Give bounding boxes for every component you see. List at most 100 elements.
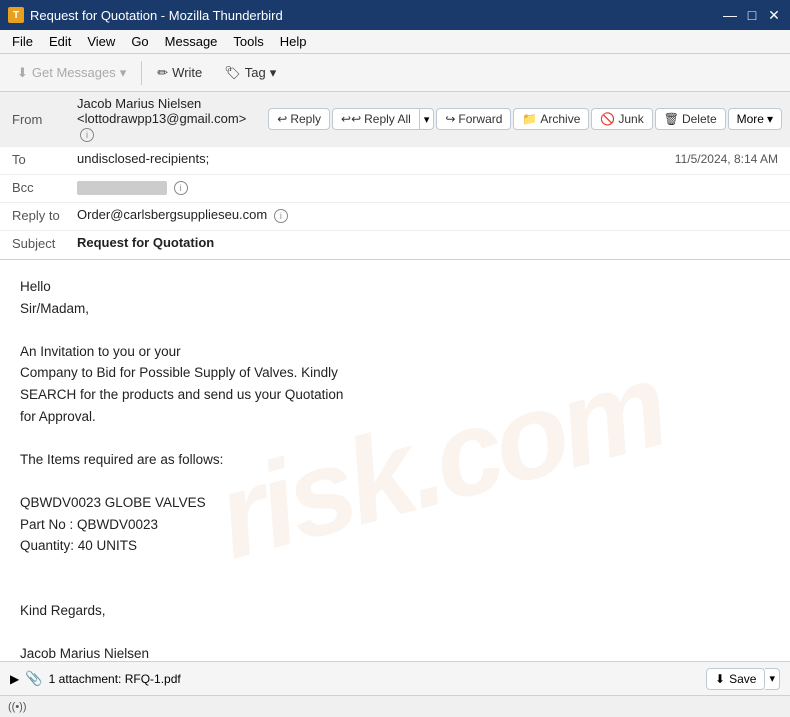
save-dropdown[interactable]: ▾ bbox=[765, 668, 780, 690]
status-bar: ((•)) bbox=[0, 695, 790, 717]
subject-value: Request for Quotation bbox=[77, 235, 778, 250]
get-messages-icon: ⬇ bbox=[17, 65, 28, 81]
maximize-button[interactable]: □ bbox=[744, 7, 760, 23]
email-date: 11/5/2024, 8:14 AM bbox=[675, 152, 778, 166]
write-icon: ✏ bbox=[157, 65, 168, 81]
window-title: Request for Quotation - Mozilla Thunderb… bbox=[30, 8, 283, 23]
to-label: To bbox=[12, 151, 77, 167]
email-headers: To undisclosed-recipients; 11/5/2024, 8:… bbox=[0, 147, 790, 260]
junk-icon: 🚫 bbox=[600, 112, 615, 126]
more-button[interactable]: More ▾ bbox=[728, 108, 782, 130]
archive-button[interactable]: 📁 Archive bbox=[513, 108, 589, 130]
delete-label: Delete bbox=[682, 112, 717, 126]
reply-all-icon: ↩↩ bbox=[341, 112, 361, 126]
replyto-value: Order@carlsbergsupplieseu.com i bbox=[77, 207, 778, 223]
menu-help[interactable]: Help bbox=[272, 32, 315, 51]
body-line-0: Hello bbox=[20, 276, 770, 298]
bcc-info-icon[interactable]: i bbox=[174, 181, 188, 195]
body-line-6: for Approval. bbox=[20, 406, 770, 428]
to-row: To undisclosed-recipients; 11/5/2024, 8:… bbox=[0, 147, 790, 175]
body-item-name: QBWDV0023 GLOBE VALVES bbox=[20, 492, 770, 514]
close-button[interactable]: ✕ bbox=[766, 7, 782, 23]
from-email: Jacob Marius Nielsen <lottodrawpp13@gmai… bbox=[77, 96, 246, 126]
write-button[interactable]: ✏ Write bbox=[148, 60, 211, 86]
bcc-row: Bcc i bbox=[0, 175, 790, 203]
get-messages-button[interactable]: ⬇ Get Messages ▾ bbox=[8, 60, 135, 86]
forward-label: Forward bbox=[458, 112, 502, 126]
attachment-bar: ▶ 📎 1 attachment: RFQ-1.pdf ⬇ Save ▾ bbox=[0, 661, 790, 695]
from-action-row: From Jacob Marius Nielsen <lottodrawpp13… bbox=[0, 92, 790, 147]
menu-message[interactable]: Message bbox=[157, 32, 226, 51]
body-name: Jacob Marius Nielsen bbox=[20, 643, 770, 661]
bcc-redacted bbox=[77, 181, 167, 195]
more-dropdown-icon: ▾ bbox=[767, 112, 773, 126]
tag-icon: 🏷 bbox=[224, 65, 241, 81]
delete-icon: 🗑 bbox=[664, 112, 679, 126]
minimize-button[interactable]: — bbox=[722, 7, 738, 23]
reply-all-group: ↩↩ Reply All ▾ bbox=[332, 108, 434, 130]
from-value: Jacob Marius Nielsen <lottodrawpp13@gmai… bbox=[77, 96, 248, 142]
expand-icon[interactable]: ▶ bbox=[10, 672, 19, 686]
get-messages-dropdown-icon: ▾ bbox=[120, 65, 127, 81]
email-body: risk.com Hello Sir/Madam, An Invitation … bbox=[0, 260, 790, 661]
body-quantity: Quantity: 40 UNITS bbox=[20, 535, 770, 557]
save-label: Save bbox=[729, 672, 756, 686]
junk-label: Junk bbox=[618, 112, 643, 126]
attachment-label: 1 attachment: RFQ-1.pdf bbox=[49, 672, 181, 686]
menu-edit[interactable]: Edit bbox=[41, 32, 79, 51]
bcc-value: i bbox=[77, 179, 778, 195]
replyto-email: Order@carlsbergsupplieseu.com bbox=[77, 207, 267, 222]
email-body-text: Hello Sir/Madam, An Invitation to you or… bbox=[20, 276, 770, 661]
menu-bar: File Edit View Go Message Tools Help bbox=[0, 30, 790, 54]
forward-button[interactable]: ↪ Forward bbox=[436, 108, 511, 130]
status-icon: ((•)) bbox=[8, 701, 27, 713]
toolbar: ⬇ Get Messages ▾ ✏ Write 🏷 Tag ▾ bbox=[0, 54, 790, 92]
delete-button[interactable]: 🗑 Delete bbox=[655, 108, 726, 130]
from-section: From Jacob Marius Nielsen <lottodrawpp13… bbox=[0, 92, 260, 146]
menu-tools[interactable]: Tools bbox=[225, 32, 271, 51]
bcc-label: Bcc bbox=[12, 179, 77, 195]
reply-button[interactable]: ↩ Reply bbox=[268, 108, 330, 130]
tag-dropdown-icon: ▾ bbox=[270, 65, 277, 81]
subject-label: Subject bbox=[12, 235, 77, 251]
tag-button[interactable]: 🏷 Tag ▾ bbox=[215, 60, 285, 86]
archive-label: Archive bbox=[540, 112, 580, 126]
from-label: From bbox=[12, 111, 77, 127]
tag-label: Tag bbox=[245, 65, 266, 80]
reply-icon: ↩ bbox=[277, 112, 287, 126]
archive-icon: 📁 bbox=[522, 112, 537, 126]
more-label: More bbox=[737, 112, 764, 126]
to-value: undisclosed-recipients; bbox=[77, 151, 675, 166]
reply-all-button[interactable]: ↩↩ Reply All bbox=[332, 108, 420, 130]
replyto-info-icon[interactable]: i bbox=[274, 209, 288, 223]
body-line-3: An Invitation to you or your bbox=[20, 341, 770, 363]
body-line-5: SEARCH for the products and send us your… bbox=[20, 384, 770, 406]
reply-label: Reply bbox=[290, 112, 321, 126]
write-label: Write bbox=[172, 65, 202, 80]
save-icon: ⬇ bbox=[715, 672, 725, 686]
forward-icon: ↪ bbox=[445, 112, 455, 126]
body-line-8: The Items required are as follows: bbox=[20, 449, 770, 471]
attachment-info: ▶ 📎 1 attachment: RFQ-1.pdf bbox=[10, 670, 181, 687]
menu-go[interactable]: Go bbox=[123, 32, 156, 51]
title-bar: T Request for Quotation - Mozilla Thunde… bbox=[0, 0, 790, 30]
junk-button[interactable]: 🚫 Junk bbox=[591, 108, 652, 130]
replyto-label: Reply to bbox=[12, 207, 77, 223]
reply-actions: ↩ Reply ↩↩ Reply All ▾ ↪ Forward 📁 Archi… bbox=[260, 104, 790, 134]
get-messages-label: Get Messages bbox=[32, 65, 116, 80]
replyto-row: Reply to Order@carlsbergsupplieseu.com i bbox=[0, 203, 790, 231]
subject-row: Subject Request for Quotation bbox=[0, 231, 790, 259]
from-info-icon[interactable]: i bbox=[80, 128, 94, 142]
body-line-1: Sir/Madam, bbox=[20, 298, 770, 320]
reply-all-dropdown[interactable]: ▾ bbox=[420, 108, 435, 130]
reply-all-label: Reply All bbox=[364, 112, 411, 126]
body-line-4: Company to Bid for Possible Supply of Va… bbox=[20, 362, 770, 384]
body-regards: Kind Regards, bbox=[20, 600, 770, 622]
save-button[interactable]: ⬇ Save bbox=[706, 668, 765, 690]
app-icon: T bbox=[8, 7, 24, 23]
save-group: ⬇ Save ▾ bbox=[706, 668, 780, 690]
menu-view[interactable]: View bbox=[79, 32, 123, 51]
menu-file[interactable]: File bbox=[4, 32, 41, 51]
attachment-icon: 📎 bbox=[25, 670, 42, 687]
body-part-no: Part No : QBWDV0023 bbox=[20, 514, 770, 536]
